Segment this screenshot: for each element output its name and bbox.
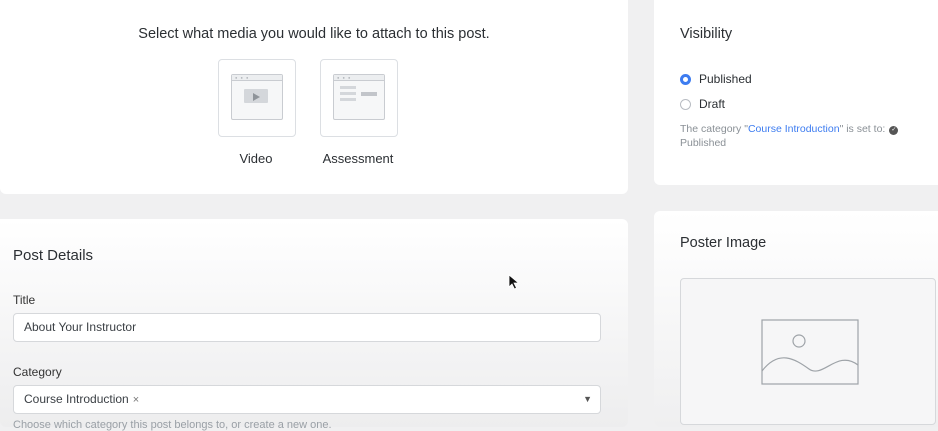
poster-image-panel: Poster Image	[654, 211, 938, 427]
post-details-heading: Post Details	[13, 247, 94, 264]
published-radio-label: Published	[699, 72, 752, 86]
category-tag-remove-icon[interactable]: ×	[133, 394, 139, 406]
category-hint: Choose which category this post belongs …	[13, 419, 332, 431]
assessment-layout-icon: ● ● ●	[333, 74, 385, 120]
assessment-option-button[interactable]: ● ● ●	[320, 59, 398, 137]
poster-image-heading: Poster Image	[680, 235, 767, 251]
media-attach-panel: Select what media you would like to atta…	[0, 0, 628, 194]
category-link[interactable]: Course Introduction	[748, 123, 840, 135]
published-radio-option[interactable]: Published	[680, 72, 752, 86]
media-prompt: Select what media you would like to atta…	[138, 26, 490, 42]
category-tag-label: Course Introduction	[24, 392, 129, 406]
video-layout-icon: ● ● ●	[231, 74, 283, 120]
visibility-heading: Visibility	[680, 26, 733, 42]
category-select[interactable]: Course Introduction × ▼	[13, 385, 601, 414]
title-field-label: Title	[13, 293, 36, 307]
check-circle-icon: ✓	[889, 126, 899, 135]
visibility-note-prefix: The category "	[680, 123, 748, 135]
visibility-note-suffix: " is set to:	[839, 123, 886, 135]
post-details-panel: Post Details Title About Your Instructor…	[0, 219, 628, 431]
draft-radio[interactable]	[680, 98, 691, 110]
title-input[interactable]: About Your Instructor	[13, 313, 601, 342]
video-option-button[interactable]: ● ● ●	[218, 59, 296, 137]
category-tag: Course Introduction ×	[24, 392, 139, 406]
image-placeholder-icon	[761, 319, 859, 385]
mouse-cursor-icon	[508, 274, 520, 290]
category-field-label: Category	[13, 365, 62, 379]
chevron-down-icon[interactable]: ▼	[583, 386, 592, 413]
visibility-panel: Visibility Published Draft The category …	[654, 0, 938, 185]
visibility-note: The category "Course Introduction" is se…	[680, 122, 930, 150]
draft-radio-label: Draft	[699, 97, 726, 111]
poster-image-dropzone[interactable]	[680, 278, 936, 425]
draft-radio-option[interactable]: Draft	[680, 97, 725, 111]
video-option-label: Video	[239, 151, 273, 166]
assessment-option-label: Assessment	[322, 151, 394, 166]
published-radio[interactable]	[680, 73, 691, 85]
visibility-note-status: Published	[680, 137, 727, 149]
